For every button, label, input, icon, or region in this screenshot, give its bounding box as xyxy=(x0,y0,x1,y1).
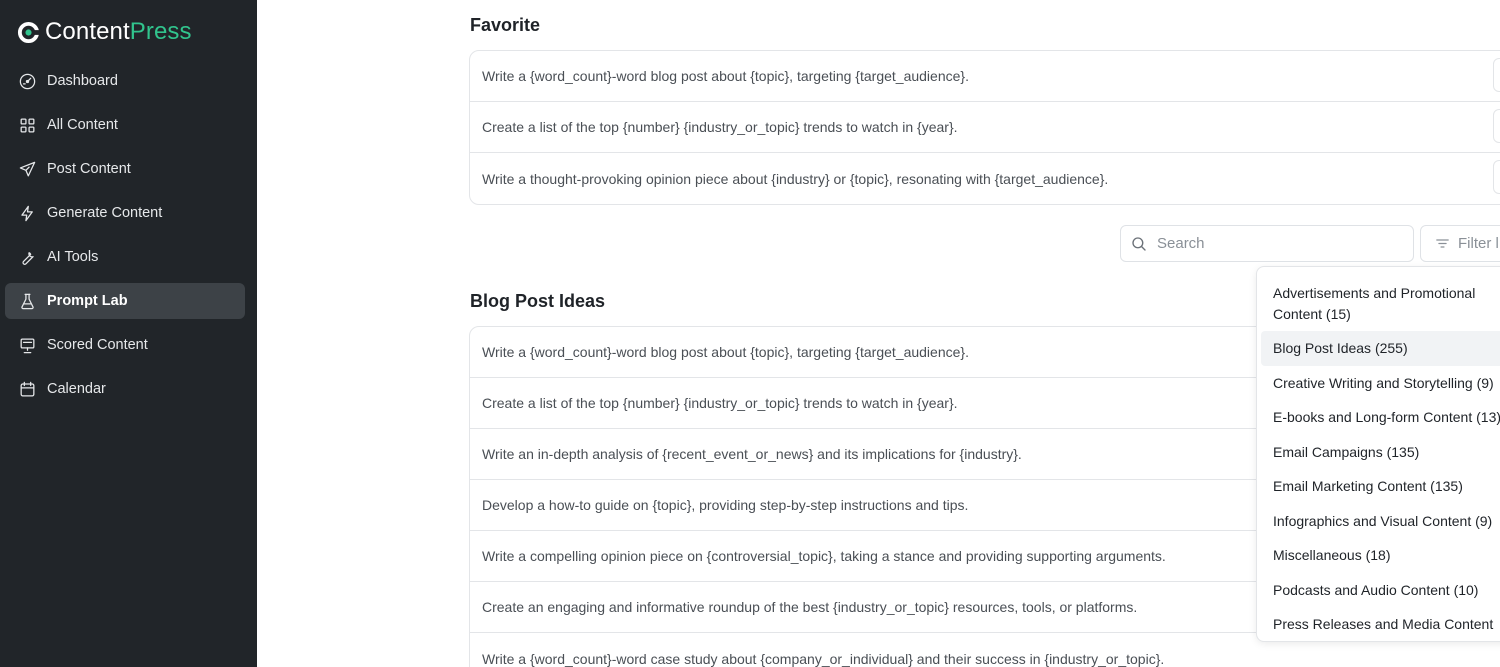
filter-dropdown-menu: Advertisements and Promotional Content (… xyxy=(1256,266,1500,642)
sidebar-item-prompt-lab[interactable]: Prompt Lab xyxy=(5,283,245,319)
wrench-icon xyxy=(17,247,37,267)
sidebar-item-label: Post Content xyxy=(47,161,131,177)
dropdown-option[interactable]: Advertisements and Promotional Content (… xyxy=(1261,271,1500,331)
sidebar-item-label: Scored Content xyxy=(47,337,148,353)
sidebar-nav: Dashboard All Content Post Content Gener… xyxy=(5,63,245,415)
favorite-row-action-button[interactable] xyxy=(1493,58,1500,92)
prompt-row[interactable]: Write a thought-provoking opinion piece … xyxy=(470,153,1500,204)
search-box[interactable] xyxy=(1120,225,1414,262)
prompt-row[interactable]: Create a list of the top {number} {indus… xyxy=(470,102,1500,153)
sidebar-item-label: Dashboard xyxy=(47,73,118,89)
sidebar-item-ai-tools[interactable]: AI Tools xyxy=(5,239,245,275)
dropdown-option[interactable]: Creative Writing and Storytelling (9) xyxy=(1261,366,1500,401)
dropdown-option[interactable]: Email Marketing Content (135) xyxy=(1261,469,1500,504)
sidebar-item-label: Generate Content xyxy=(47,205,163,221)
sidebar-item-calendar[interactable]: Calendar xyxy=(5,371,245,407)
sidebar-item-scored-content[interactable]: Scored Content xyxy=(5,327,245,363)
filter-placeholder: Filter l xyxy=(1458,235,1499,252)
brand-name-suffix: Press xyxy=(129,18,192,45)
blog-section-title: Blog Post Ideas xyxy=(470,291,606,311)
sidebar: ContentPress Dashboard All Content Post … xyxy=(0,0,257,667)
flask-icon xyxy=(17,291,37,311)
calendar-icon xyxy=(17,379,37,399)
dropdown-option[interactable]: Infographics and Visual Content (9) xyxy=(1261,504,1500,539)
search-icon xyxy=(1132,236,1146,251)
favorite-section-title: Favorite xyxy=(470,15,541,35)
sidebar-item-label: All Content xyxy=(47,117,118,133)
dropdown-option[interactable]: Press Releases and Media Content xyxy=(1261,607,1500,641)
sidebar-item-dashboard[interactable]: Dashboard xyxy=(5,63,245,99)
brand[interactable]: ContentPress xyxy=(17,19,192,45)
sidebar-item-label: Prompt Lab xyxy=(47,293,128,309)
sidebar-item-label: Calendar xyxy=(47,381,106,397)
bolt-icon xyxy=(17,203,37,223)
prompt-row[interactable]: Write a {word_count}-word blog post abou… xyxy=(470,51,1500,102)
dropdown-option[interactable]: E-books and Long-form Content (13) xyxy=(1261,400,1500,435)
sidebar-item-post-content[interactable]: Post Content xyxy=(5,151,245,187)
grid-icon xyxy=(17,115,37,135)
sidebar-item-label: AI Tools xyxy=(47,249,99,265)
favorite-row-action-button[interactable] xyxy=(1493,160,1500,194)
gauge-icon xyxy=(17,71,37,91)
main-content: Favorite Write a {word_count}-word blog … xyxy=(257,0,1500,667)
favorite-row-action-button[interactable] xyxy=(1493,109,1500,143)
filter-select[interactable]: Filter l xyxy=(1420,225,1500,262)
search-input[interactable] xyxy=(1157,235,1397,252)
contentpress-logo-icon xyxy=(17,21,40,44)
filter-icon xyxy=(1436,239,1449,248)
presentation-icon xyxy=(17,335,37,355)
dropdown-option-selected[interactable]: Blog Post Ideas (255) xyxy=(1261,331,1500,366)
dropdown-option[interactable]: Miscellaneous (18) xyxy=(1261,538,1500,573)
send-icon xyxy=(17,159,37,179)
sidebar-item-generate-content[interactable]: Generate Content xyxy=(5,195,245,231)
sidebar-item-all-content[interactable]: All Content xyxy=(5,107,245,143)
favorite-prompt-list: Write a {word_count}-word blog post abou… xyxy=(469,50,1500,205)
dropdown-option[interactable]: Email Campaigns (135) xyxy=(1261,435,1500,470)
brand-name-prefix: Content xyxy=(45,18,130,45)
dropdown-option[interactable]: Podcasts and Audio Content (10) xyxy=(1261,573,1500,608)
brand-name: ContentPress xyxy=(45,19,192,45)
